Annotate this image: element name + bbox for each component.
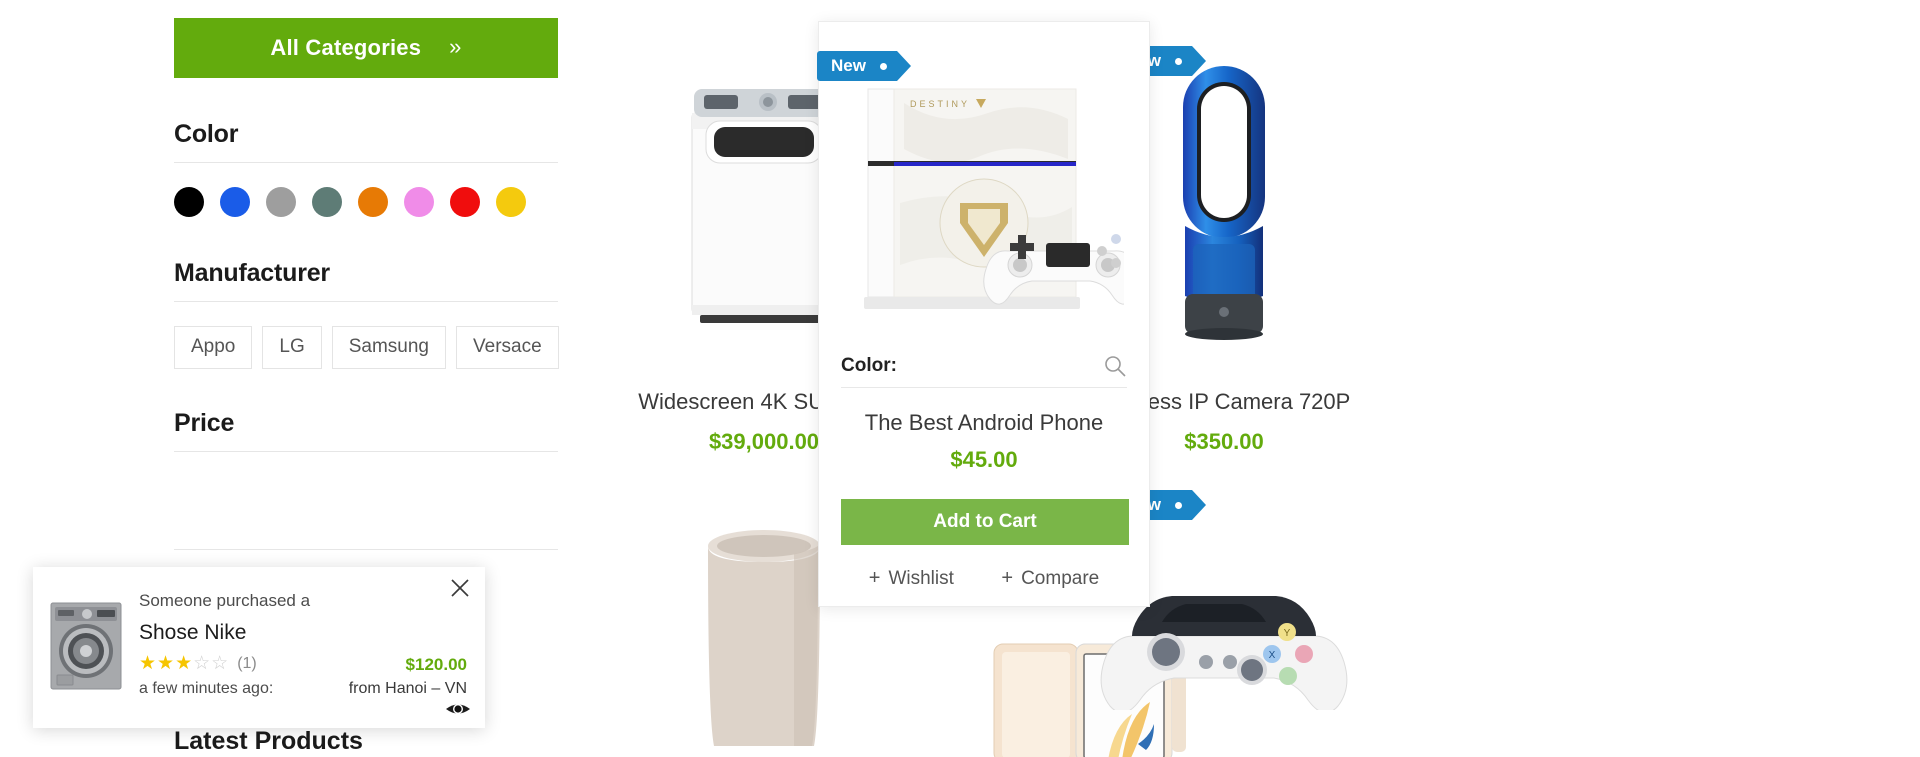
facet-manufacturer-title: Manufacturer [174,259,330,287]
badge-dot-icon [879,62,887,70]
rating-stars: ★★★☆☆ [139,653,230,674]
svg-text:X: X [1269,650,1276,661]
color-swatch-slate[interactable] [312,187,342,217]
product-listing-page: All Categories » Color Manufacturer Appo… [0,0,1920,757]
compare-label: Compare [1021,567,1100,589]
product-name: The Best Android Phone [864,410,1104,435]
notification-body: Someone purchased a Shose Nike ★★★☆☆ (1)… [139,579,471,718]
search-icon[interactable] [1103,354,1127,378]
wishlist-label: Wishlist [888,567,954,589]
add-to-cart-button[interactable]: Add to Cart [841,499,1129,545]
purchase-notification-popup[interactable]: Someone purchased a Shose Nike ★★★☆☆ (1)… [33,567,485,728]
divider [174,548,558,550]
facet-color-title: Color [174,120,239,148]
air-purifier-fan-icon [1183,66,1265,340]
badge-new-phone: New [817,51,911,81]
notification-product-thumbnail [49,601,123,691]
color-swatch-pink[interactable] [404,187,434,217]
latest-products-title: Latest Products [174,727,363,755]
close-icon[interactable] [449,577,471,599]
game-console-icon: DESTINY [864,88,1124,309]
filters-sidebar: All Categories » Color Manufacturer Appo… [174,18,559,550]
color-swatch-yellow[interactable] [496,187,526,217]
review-count: (1) [237,654,257,672]
color-swatch-blue[interactable] [220,187,250,217]
eye-glyph [446,704,470,714]
product-image-android-phone: DESTINY [841,48,1127,348]
badge-label: New [831,56,866,75]
compare-button[interactable]: + Compare [1001,567,1099,590]
badge-dot-icon [1174,57,1182,65]
facet-color: Color [174,120,558,217]
color-swatch-red[interactable] [450,187,480,217]
divider [174,301,558,302]
facet-manufacturer: Manufacturer Appo LG Samsung Versace [174,259,559,369]
manufacturer-chip-lg[interactable]: LG [262,326,322,369]
notification-headline: Someone purchased a [139,591,311,610]
eye-icon[interactable] [445,700,471,718]
product-card-android-phone-hovered[interactable]: New DESTINY Color: The Best Android Phon… [817,21,1150,607]
manufacturer-chip-list: Appo LG Samsung Versace [174,326,559,369]
notification-origin: from Hanoi – VN [348,680,467,697]
notification-product-name[interactable]: Shose Nike [139,621,471,645]
badge-dot-icon [1174,501,1182,509]
color-swatch-orange[interactable] [358,187,388,217]
card-action-links: + Wishlist + Compare [841,567,1127,590]
notification-meta: a few minutes ago: from Hanoi – VN [139,680,471,698]
manufacturer-chip-samsung[interactable]: Samsung [331,326,447,369]
color-swatch-list [174,187,558,217]
manufacturer-chip-appo[interactable]: Appo [174,326,253,369]
facet-price: Price [174,409,558,550]
wishlist-button[interactable]: + Wishlist [869,567,954,590]
notification-time: a few minutes ago: [139,680,274,697]
product-price: $45.00 [950,447,1018,472]
all-categories-label: All Categories [270,35,422,60]
facet-price-title: Price [174,408,235,437]
svg-text:DESTINY: DESTINY [910,99,970,109]
plus-icon: + [1001,567,1014,589]
color-swatch-black[interactable] [174,187,204,217]
color-label: Color: [841,355,897,376]
notification-price: $120.00 [405,655,467,674]
all-categories-button[interactable]: All Categories » [174,18,558,78]
washer-thumbnail-icon [50,602,122,690]
plus-icon: + [868,567,881,589]
chevron-double-right-icon: » [449,34,462,59]
divider [174,162,558,163]
manufacturer-chip-versace[interactable]: Versace [456,326,559,369]
svg-text:Y: Y [1284,628,1291,639]
color-swatch-grey[interactable] [266,187,296,217]
color-option-row: Color: [841,354,1127,388]
product-grid: Widescreen 4K SUHD TV $39,000.00 New [560,0,1920,757]
